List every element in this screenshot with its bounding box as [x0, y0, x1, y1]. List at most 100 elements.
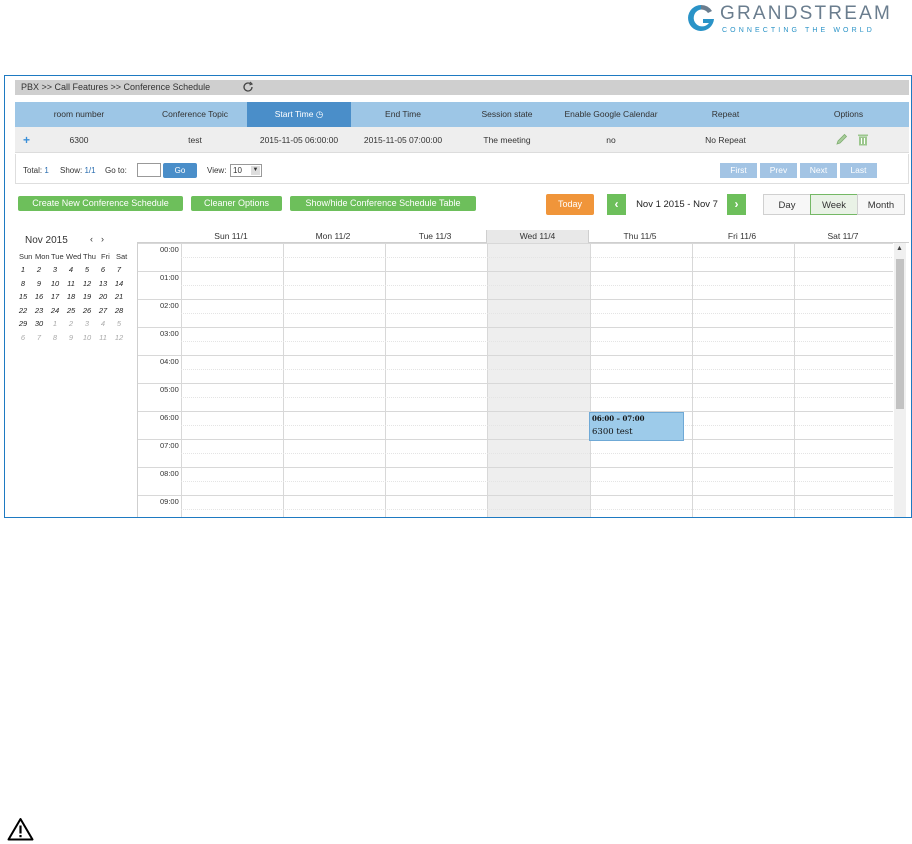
mini-calendar-day[interactable]: 6: [96, 265, 110, 274]
mini-calendar-day[interactable]: 1: [48, 319, 62, 328]
mini-calendar-day[interactable]: 29: [16, 319, 30, 328]
refresh-icon[interactable]: [242, 81, 254, 93]
breadcrumb: PBX >> Call Features >> Conference Sched…: [21, 82, 211, 92]
mini-calendar-day[interactable]: 23: [32, 306, 46, 315]
next-week-button[interactable]: ›: [727, 194, 746, 215]
view-count-select[interactable]: 10 ▼: [230, 164, 262, 177]
mini-prev-month-button[interactable]: ‹: [90, 234, 93, 244]
half-hour-gridline: [181, 257, 893, 258]
view-label: View:: [207, 166, 227, 175]
day-header-thu[interactable]: Thu 11/5: [589, 230, 691, 243]
mini-calendar-day[interactable]: 9: [32, 279, 46, 288]
mini-calendar-day[interactable]: 7: [112, 265, 126, 274]
col-google-calendar[interactable]: Enable Google Calendar: [559, 102, 663, 127]
last-page-button[interactable]: Last: [840, 163, 877, 178]
col-end-time[interactable]: End Time: [351, 102, 455, 127]
expand-plus-icon[interactable]: +: [23, 127, 30, 153]
event-title: 6300 test: [592, 427, 633, 437]
mini-calendar-day[interactable]: 20: [96, 292, 110, 301]
mini-calendar-day[interactable]: 4: [64, 265, 78, 274]
mini-calendar-day[interactable]: 8: [48, 333, 62, 342]
mini-calendar-day[interactable]: 16: [32, 292, 46, 301]
mini-calendar-day[interactable]: 9: [64, 333, 78, 342]
cell-topic: test: [188, 135, 202, 145]
mini-calendar-day[interactable]: 3: [80, 319, 94, 328]
mini-calendar-day[interactable]: 14: [112, 279, 126, 288]
half-hour-gridline: [181, 341, 893, 342]
week-view-button[interactable]: Week: [810, 194, 858, 215]
logo-tagline: CONNECTING THE WORLD: [722, 27, 875, 34]
mini-calendar-day[interactable]: 28: [112, 306, 126, 315]
first-page-button[interactable]: First: [720, 163, 757, 178]
day-header-fri[interactable]: Fri 11/6: [691, 230, 793, 243]
mini-calendar-day[interactable]: 26: [80, 306, 94, 315]
today-button[interactable]: Today: [546, 194, 594, 215]
create-conference-schedule-button[interactable]: Create New Conference Schedule: [18, 196, 183, 211]
col-options: Options: [833, 109, 864, 119]
mini-calendar-day[interactable]: 2: [64, 319, 78, 328]
mini-calendar-day[interactable]: 18: [64, 292, 78, 301]
mini-calendar-day[interactable]: 24: [48, 306, 62, 315]
day-header-mon[interactable]: Mon 11/2: [282, 230, 384, 243]
pagination-bar: Total: 1 Show: 1/1 Go to: Go View: 10 ▼ …: [15, 154, 909, 184]
dropdown-arrow-icon: ▼: [251, 166, 260, 175]
mini-calendar-day[interactable]: 30: [32, 319, 46, 328]
prev-page-button[interactable]: Prev: [760, 163, 797, 178]
mini-calendar-day[interactable]: 10: [80, 333, 94, 342]
scroll-up-icon[interactable]: ▲: [896, 245, 903, 252]
next-page-button[interactable]: Next: [800, 163, 837, 178]
day-header-wed[interactable]: Wed 11/4: [486, 230, 589, 243]
col-start-time[interactable]: Start Time ◷: [247, 102, 351, 127]
goto-page-input[interactable]: [137, 163, 161, 177]
mini-calendar-day[interactable]: 1: [16, 265, 30, 274]
event-time: 06:00 – 07:00: [592, 414, 645, 423]
mini-calendar-day[interactable]: 11: [64, 279, 78, 288]
col-session-state[interactable]: Session state: [455, 102, 559, 127]
mini-calendar-day[interactable]: 11: [96, 333, 110, 342]
cleaner-options-button[interactable]: Cleaner Options: [191, 196, 282, 211]
mini-calendar-day[interactable]: 13: [96, 279, 110, 288]
vertical-scrollbar[interactable]: ▲: [894, 243, 906, 517]
mini-calendar-day[interactable]: 2: [32, 265, 46, 274]
mini-calendar-day[interactable]: 21: [112, 292, 126, 301]
mini-calendar-day[interactable]: 7: [32, 333, 46, 342]
mini-calendar-day[interactable]: 6: [16, 333, 30, 342]
calendar-event[interactable]: 06:00 – 07:00 6300 test: [589, 412, 684, 441]
day-header-tue[interactable]: Tue 11/3: [384, 230, 486, 243]
hour-label: 05:00: [160, 385, 179, 394]
mini-calendar-day[interactable]: 25: [64, 306, 78, 315]
mini-calendar-day[interactable]: 3: [48, 265, 62, 274]
hour-label: 04:00: [160, 357, 179, 366]
mini-calendar-day[interactable]: 5: [80, 265, 94, 274]
col-room-number[interactable]: room number: [15, 102, 143, 127]
cell-google-calendar: no: [606, 135, 616, 145]
day-header-sat[interactable]: Sat 11/7: [793, 230, 893, 243]
mini-calendar-day[interactable]: 17: [48, 292, 62, 301]
mini-calendar-day[interactable]: 19: [80, 292, 94, 301]
day-header-sun[interactable]: Sun 11/1: [180, 230, 282, 243]
day-view-button[interactable]: Day: [763, 194, 811, 215]
mini-calendar-day[interactable]: 22: [16, 306, 30, 315]
week-body[interactable]: 00:00 01:00 02:00 03:00 04:00 05:00 06:00 07:00…: [137, 243, 893, 517]
mini-calendar-day[interactable]: 8: [16, 279, 30, 288]
col-start-time-label: Start Time: [274, 109, 314, 119]
mini-calendar-day[interactable]: 27: [96, 306, 110, 315]
mini-calendar-day[interactable]: 12: [112, 333, 126, 342]
prev-week-button[interactable]: ‹: [607, 194, 626, 215]
delete-trash-icon[interactable]: [857, 133, 869, 146]
mini-calendar-day[interactable]: 5: [112, 319, 126, 328]
col-repeat[interactable]: Repeat: [663, 102, 788, 127]
mini-calendar-day[interactable]: 12: [80, 279, 94, 288]
col-topic[interactable]: Conference Topic: [143, 102, 247, 127]
mini-calendar-day[interactable]: 15: [16, 292, 30, 301]
mini-calendar-day[interactable]: 4: [96, 319, 110, 328]
mini-calendar-day[interactable]: 10: [48, 279, 62, 288]
toggle-schedule-table-button[interactable]: Show/hide Conference Schedule Table: [290, 196, 476, 211]
edit-pencil-icon[interactable]: [835, 133, 848, 146]
scrollbar-thumb[interactable]: [896, 259, 904, 409]
month-view-button[interactable]: Month: [857, 194, 905, 215]
go-button[interactable]: Go: [163, 163, 197, 178]
mini-next-month-button[interactable]: ›: [101, 234, 104, 244]
dow-sat: Sat: [116, 252, 128, 261]
table-header: room number Conference Topic Start Time …: [15, 102, 909, 127]
